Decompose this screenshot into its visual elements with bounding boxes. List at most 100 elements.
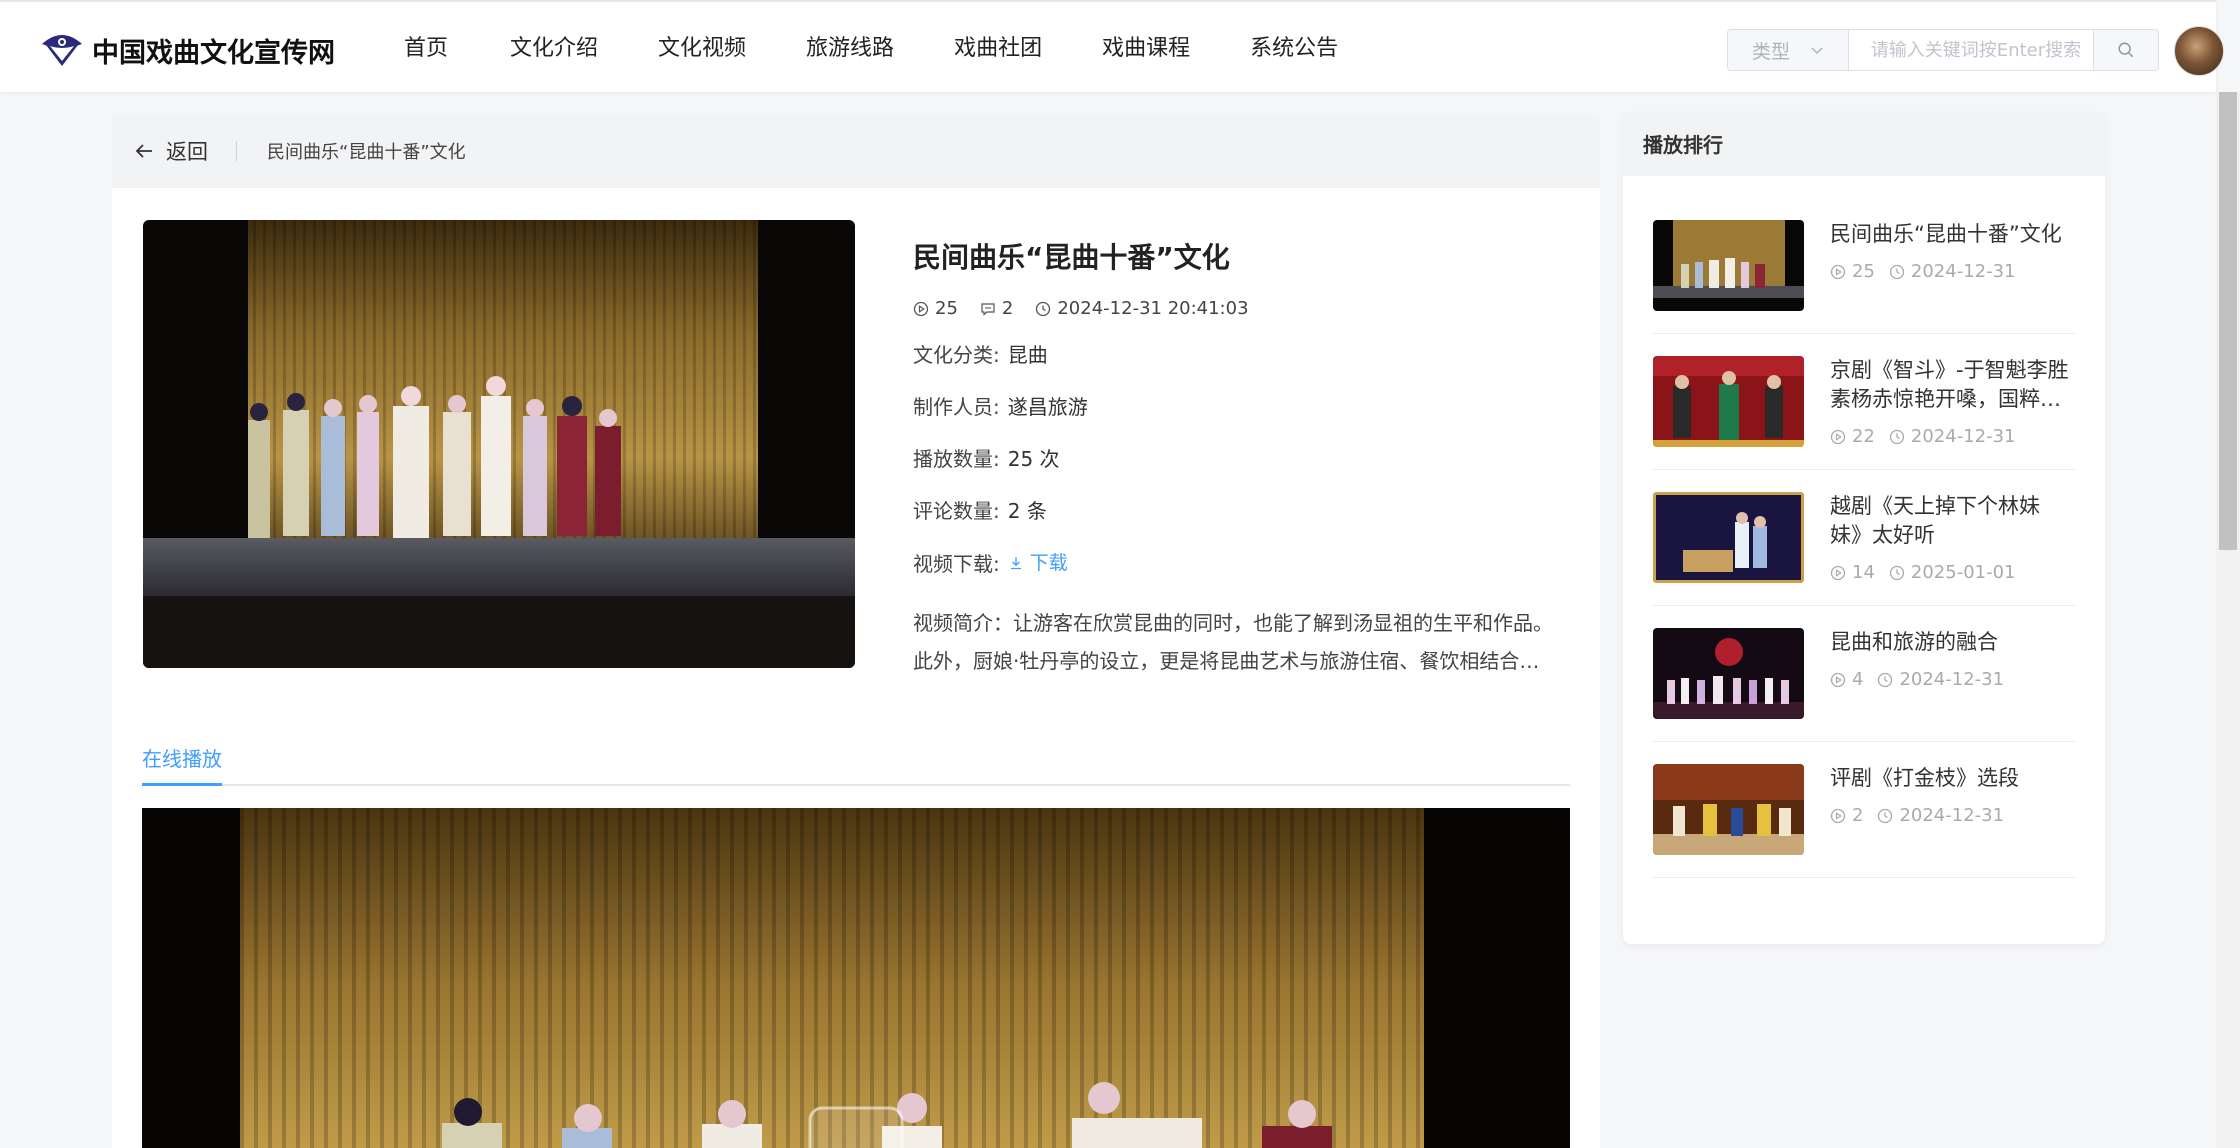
datetime-meta: 2024-12-31 20:41:03 [1035,298,1249,319]
back-button[interactable]: 返回 [132,136,208,166]
breadcrumb-title: 民间曲乐“昆曲十番”文化 [267,142,466,163]
download-link-label: 下载 [1029,552,1068,574]
ranking-thumbnail [1653,628,1804,719]
page-scrollbar[interactable] [2216,92,2240,1148]
video-player[interactable] [142,808,1570,1148]
breadcrumb-divider [236,141,237,161]
ranking-plays-value: 4 [1852,669,1864,690]
producer-label: 制作人员: [913,395,1000,419]
nav-opera-clubs[interactable]: 戏曲社团 [954,32,1042,66]
ranking-thumbnail [1653,220,1804,311]
ranking-title: 播放排行 [1623,114,2105,176]
ranking-plays: 2 [1830,805,1863,826]
scrollbar-thumb[interactable] [2219,92,2237,550]
comment-count-meta: 2 [980,298,1013,319]
comment-count-label: 评论数量: [913,499,1000,523]
ranking-plays-value: 14 [1852,562,1875,583]
ranking-plays-value: 22 [1852,426,1875,447]
type-select[interactable]: 类型 [1728,30,1849,70]
ranking-date: 2025-01-01 [1889,562,2016,583]
ranking-item-meta: 2 2024-12-31 [1830,805,2070,826]
ranking-item-title: 京剧《智斗》-于智魁李胜素杨赤惊艳开嗓，国粹经典 [1830,358,2069,411]
ranking-info: 越剧《天上掉下个林妹妹》太好听 14 2025-01-01 [1830,492,2070,605]
ranking-date: 2024-12-31 [1877,805,2004,826]
ranking-item-title: 越剧《天上掉下个林妹妹》太好听 [1830,494,2040,547]
play-circle-icon [1830,672,1846,687]
ranking-plays: 25 [1830,261,1875,282]
ranking-plays: 4 [1830,669,1863,690]
clock-icon [1889,264,1905,279]
video-info: 民间曲乐“昆曲十番”文化 25 2 2024-12-31 20:41:03 文化… [913,238,1563,680]
ranking-date-value: 2024-12-31 [1910,261,2016,282]
play-ranking-panel: 播放排行 民间曲乐“昆曲十番”文化 25 2024-12-31 京剧《智斗》-于… [1623,114,2105,944]
download-link[interactable]: 下载 [1008,547,1068,579]
ranking-item-title: 民间曲乐“昆曲十番”文化 [1830,222,2062,246]
site-logo[interactable]: 中国戏曲文化宣传网 [40,30,335,70]
video-detail-card: 返回 民间曲乐“昆曲十番”文化 民间曲乐“昆曲十番”文化 25 2 2024-1… [112,114,1600,1148]
nav-home[interactable]: 首页 [404,32,448,66]
clock-icon [1889,565,1905,580]
breadcrumb: 返回 民间曲乐“昆曲十番”文化 [112,114,1600,188]
ranking-item[interactable]: 评剧《打金枝》选段 2 2024-12-31 [1653,742,2075,878]
nav-culture-video[interactable]: 文化视频 [658,32,746,66]
ranking-date: 2024-12-31 [1889,426,2016,447]
nav-announcements[interactable]: 系统公告 [1250,32,1338,66]
ranking-plays-value: 2 [1852,805,1864,826]
ranking-item[interactable]: 京剧《智斗》-于智魁李胜素杨赤惊艳开嗓，国粹经典 22 2024-12-31 [1653,334,2075,470]
search-button[interactable] [2092,30,2158,70]
ranking-item[interactable]: 越剧《天上掉下个林妹妹》太好听 14 2025-01-01 [1653,470,2075,606]
play-count-value: 25 [935,298,958,319]
search-icon [2118,42,2134,58]
ranking-item-meta: 22 2024-12-31 [1830,426,2070,447]
site-name: 中国戏曲文化宣传网 [92,37,335,69]
ranking-date-value: 2024-12-31 [1910,426,2016,447]
ranking-info: 京剧《智斗》-于智魁李胜素杨赤惊艳开嗓，国粹经典 22 2024-12-31 [1830,356,2070,469]
producer-row: 制作人员: 遂昌旅游 [913,391,1563,423]
nav-culture-intro[interactable]: 文化介绍 [510,32,598,66]
ranking-info: 民间曲乐“昆曲十番”文化 25 2024-12-31 [1830,220,2070,333]
tab-online-play[interactable]: 在线播放 [142,734,222,786]
ranking-item-meta: 4 2024-12-31 [1830,669,2070,690]
download-icon [1010,557,1021,570]
play-circle-icon [913,301,929,316]
top-navbar: 中国戏曲文化宣传网 首页 文化介绍 文化视频 旅游线路 戏曲社团 戏曲课程 系统… [0,0,2224,92]
user-avatar[interactable] [2174,26,2224,76]
download-row: 视频下载: 下载 [913,547,1563,580]
ranking-thumbnail [1653,492,1804,583]
download-label: 视频下载: [913,552,1000,576]
video-meta: 25 2 2024-12-31 20:41:03 [913,298,1563,319]
clock-icon [1878,672,1893,687]
video-description: 视频简介：让游客在欣赏昆曲的同时，也能了解到汤显祖的生平和作品。此外，厨娘·牡丹… [913,611,1553,673]
ranking-item[interactable]: 昆曲和旅游的融合 4 2024-12-31 [1653,606,2075,742]
play-count-row: 播放数量: 25 次 [913,443,1563,475]
ranking-item-meta: 14 2025-01-01 [1830,562,2070,583]
category-value: 昆曲 [1007,343,1048,367]
comment-count-text: 2 条 [1007,499,1047,523]
search-input[interactable] [1848,30,2093,70]
fan-logo-icon [42,35,82,66]
ranking-date-value: 2024-12-31 [1899,669,2005,690]
arrow-left-icon [135,144,152,158]
nav-travel-routes[interactable]: 旅游线路 [806,32,894,66]
clock-icon [1878,808,1893,823]
ranking-plays-value: 25 [1852,261,1875,282]
ranking-item[interactable]: 民间曲乐“昆曲十番”文化 25 2024-12-31 [1653,198,2075,334]
ranking-item-title: 评剧《打金枝》选段 [1830,766,2019,790]
ranking-info: 昆曲和旅游的融合 4 2024-12-31 [1830,628,2070,741]
play-circle-icon [1830,264,1846,279]
play-count-text: 25 次 [1007,447,1060,471]
play-circle-icon [1830,429,1846,444]
ranking-plays: 22 [1830,426,1875,447]
nav-opera-courses[interactable]: 戏曲课程 [1102,32,1190,66]
chevron-down-icon [1811,47,1823,55]
video-title: 民间曲乐“昆曲十番”文化 [913,241,1230,274]
comment-icon [981,302,995,316]
play-circle-icon [1830,565,1846,580]
play-count-meta: 25 [913,298,958,319]
comment-count-row: 评论数量: 2 条 [913,495,1563,527]
ranking-item-meta: 25 2024-12-31 [1830,261,2070,282]
ranking-plays: 14 [1830,562,1875,583]
play-count-label: 播放数量: [913,447,1000,471]
datetime-value: 2024-12-31 20:41:03 [1057,298,1249,319]
ranking-date: 2024-12-31 [1889,261,2016,282]
